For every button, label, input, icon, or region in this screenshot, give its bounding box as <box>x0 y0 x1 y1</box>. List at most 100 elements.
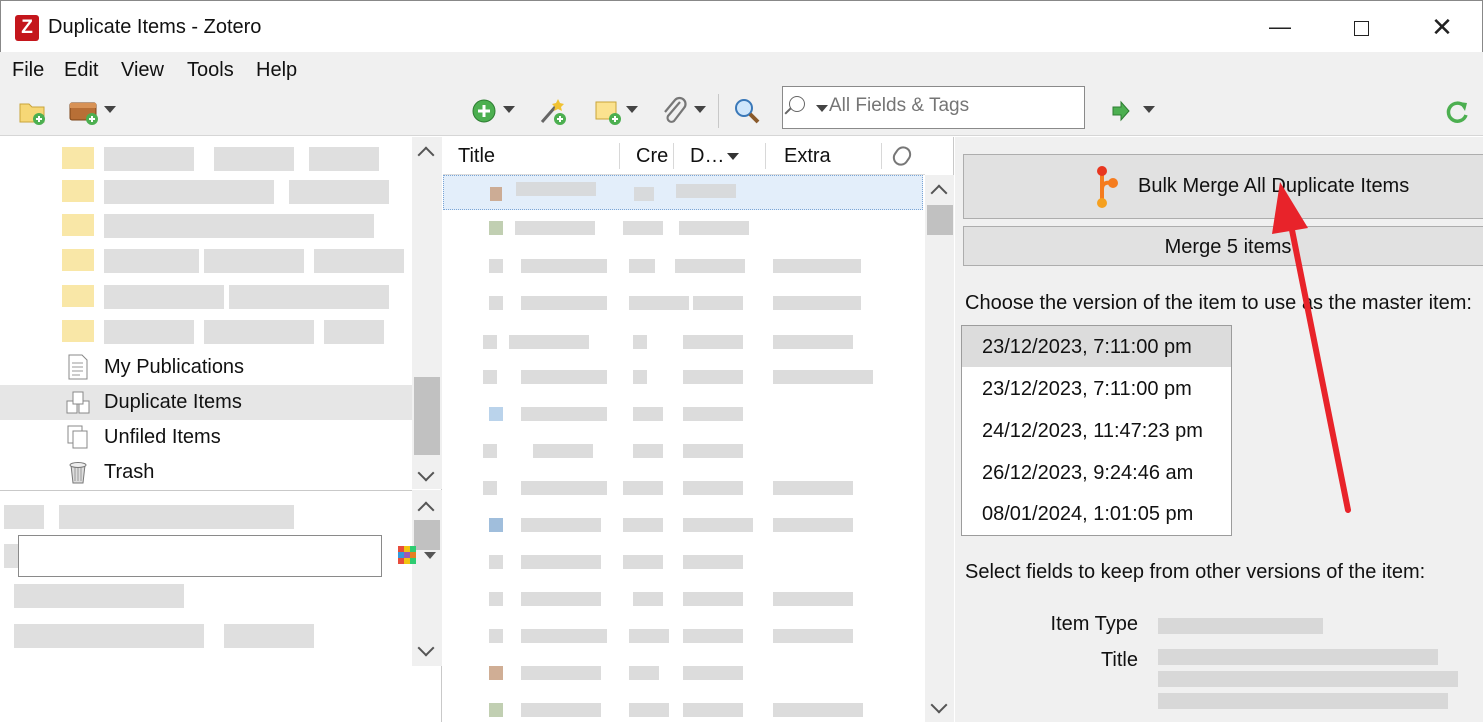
version-item[interactable]: 24/12/2023, 11:47:23 pm <box>962 410 1231 451</box>
collection-item[interactable] <box>104 249 404 273</box>
column-divider[interactable] <box>619 143 620 169</box>
search-input[interactable] <box>829 95 1079 117</box>
item-row[interactable] <box>443 619 923 654</box>
scroll-down-icon[interactable] <box>417 464 435 482</box>
search-icon <box>789 96 805 112</box>
new-item-icon[interactable] <box>470 96 498 126</box>
locate-dropdown-icon[interactable] <box>1143 106 1155 113</box>
item-row[interactable] <box>443 656 923 691</box>
column-extra[interactable]: Extra <box>784 145 831 168</box>
folder-icon <box>62 214 94 236</box>
tag-item[interactable] <box>4 584 184 608</box>
collection-item[interactable] <box>104 285 404 309</box>
attachment-column-icon[interactable] <box>889 143 915 169</box>
items-scrollbar[interactable] <box>925 175 954 722</box>
tag-colors-icon[interactable] <box>398 546 416 564</box>
column-divider[interactable] <box>673 143 674 169</box>
merge-items-label: Merge 5 items <box>1164 236 1292 258</box>
add-attachment-icon[interactable] <box>660 96 688 126</box>
menu-file[interactable]: File <box>12 59 44 82</box>
scroll-down-icon[interactable] <box>417 639 435 657</box>
field-value <box>1158 618 1323 634</box>
version-item[interactable]: 08/01/2024, 1:01:05 pm <box>962 493 1231 534</box>
tag-item[interactable] <box>4 624 314 648</box>
scroll-up-icon[interactable] <box>417 146 435 164</box>
new-item-dropdown-icon[interactable] <box>503 106 515 113</box>
item-row[interactable] <box>443 508 923 543</box>
minimize-button[interactable]: — <box>1260 11 1300 43</box>
column-divider[interactable] <box>765 143 766 169</box>
item-row[interactable] <box>443 471 923 506</box>
scroll-up-icon[interactable] <box>930 184 948 202</box>
collection-tree: My Publications Duplicate Items Unfiled … <box>0 137 412 489</box>
menu-bar: File Edit View Tools Help <box>0 52 1483 88</box>
scroll-up-icon[interactable] <box>417 501 435 519</box>
new-collection-icon[interactable] <box>18 96 46 126</box>
menu-edit[interactable]: Edit <box>64 59 98 82</box>
tag-filter-input[interactable] <box>18 535 382 577</box>
item-row[interactable] <box>443 397 923 432</box>
add-attachment-dropdown-icon[interactable] <box>694 106 706 113</box>
item-row[interactable] <box>443 360 923 395</box>
trash-icon <box>69 462 87 484</box>
item-row[interactable] <box>443 325 923 360</box>
new-note-icon[interactable] <box>593 96 623 126</box>
collection-item[interactable] <box>104 147 404 171</box>
search-box[interactable] <box>782 86 1085 129</box>
merge-items-button[interactable]: Merge 5 items <box>963 226 1483 266</box>
tag-item[interactable] <box>4 505 294 529</box>
scroll-down-icon[interactable] <box>930 696 948 714</box>
new-note-dropdown-icon[interactable] <box>626 106 638 113</box>
tag-actions-dropdown-icon[interactable] <box>424 552 436 559</box>
version-item[interactable]: 26/12/2023, 9:24:46 am <box>962 452 1231 493</box>
advanced-search-icon[interactable] <box>733 96 761 126</box>
close-button[interactable]: ✕ <box>1422 11 1462 43</box>
collection-duplicate-items[interactable]: Duplicate Items <box>0 385 412 420</box>
scrollbar-thumb[interactable] <box>927 205 953 235</box>
maximize-button[interactable] <box>1341 11 1381 43</box>
scrollbar-thumb[interactable] <box>414 520 440 550</box>
collection-scrollbar[interactable] <box>412 137 442 489</box>
collection-item[interactable] <box>104 320 404 344</box>
collection-item[interactable] <box>104 180 404 204</box>
master-version-list[interactable]: 23/12/2023, 7:11:00 pm 23/12/2023, 7:11:… <box>961 325 1232 536</box>
item-row[interactable] <box>443 175 923 210</box>
toolbar <box>0 88 1483 136</box>
add-by-identifier-icon[interactable] <box>538 96 568 126</box>
column-divider[interactable] <box>881 143 882 169</box>
column-title[interactable]: Title <box>458 145 495 168</box>
column-date[interactable]: D… <box>690 145 724 168</box>
new-library-dropdown-icon[interactable] <box>104 106 116 113</box>
item-row[interactable] <box>443 434 923 469</box>
version-item[interactable]: 23/12/2023, 7:11:00 pm <box>962 368 1231 409</box>
column-creator[interactable]: Cre <box>636 145 668 168</box>
item-row[interactable] <box>443 693 923 722</box>
item-row[interactable] <box>443 545 923 580</box>
item-row[interactable] <box>443 249 923 284</box>
collection-trash[interactable]: Trash <box>0 455 412 489</box>
merge-icon <box>1097 166 1118 208</box>
version-item[interactable]: 23/12/2023, 7:11:00 pm <box>962 326 1231 367</box>
bulk-merge-label: Bulk Merge All Duplicate Items <box>1138 175 1410 197</box>
sync-icon[interactable] <box>1442 96 1470 126</box>
menu-tools[interactable]: Tools <box>187 59 234 82</box>
collection-my-publications[interactable]: My Publications <box>0 350 412 385</box>
search-mode-dropdown-icon[interactable] <box>816 105 828 112</box>
locate-arrow-icon[interactable] <box>1110 96 1132 126</box>
item-row[interactable] <box>443 582 923 617</box>
item-row[interactable] <box>443 211 923 246</box>
item-row[interactable] <box>443 286 923 321</box>
tag-scrollbar[interactable] <box>412 490 442 666</box>
bulk-merge-button[interactable]: Bulk Merge All Duplicate Items <box>963 154 1483 219</box>
folder-icon <box>62 147 94 169</box>
select-fields-label: Select fields to keep from other version… <box>965 561 1426 583</box>
new-library-icon[interactable] <box>68 96 100 126</box>
collection-item[interactable] <box>104 214 404 238</box>
collection-label: My Publications <box>104 356 245 378</box>
zotero-app-icon: Z <box>15 15 39 41</box>
menu-view[interactable]: View <box>121 59 164 82</box>
scrollbar-thumb[interactable] <box>414 377 440 455</box>
choose-master-label: Choose the version of the item to use as… <box>965 292 1472 314</box>
collection-unfiled-items[interactable]: Unfiled Items <box>0 420 412 455</box>
menu-help[interactable]: Help <box>256 59 297 82</box>
